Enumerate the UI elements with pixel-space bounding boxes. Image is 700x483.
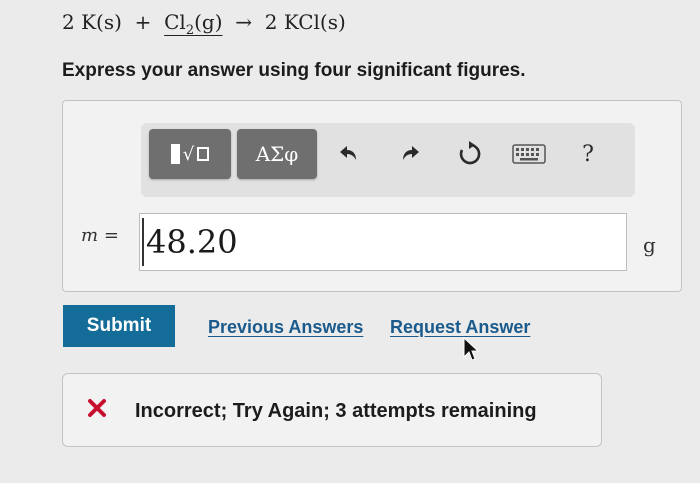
submit-button[interactable]: Submit	[63, 305, 175, 347]
equation-arrow: →	[235, 10, 252, 34]
redo-button[interactable]	[394, 137, 428, 171]
equation-reactant-2-main: Cl	[164, 10, 186, 34]
equation-reactant-1: K(s)	[81, 10, 122, 34]
variable-label: m =	[81, 225, 119, 246]
math-toolbar: √ ΑΣφ ?	[141, 123, 635, 197]
undo-button[interactable]	[331, 137, 365, 171]
equation-plus: +	[134, 10, 152, 34]
redo-icon	[403, 146, 419, 160]
equation-reactant-2-state: (g)	[194, 10, 223, 34]
chemical-equation: 2 K(s) + Cl2(g) → 2 KCl(s)	[62, 10, 346, 38]
keyboard-icon	[512, 144, 546, 164]
help-button[interactable]: ?	[571, 137, 605, 171]
equation-product: KCl(s)	[283, 10, 346, 34]
instruction-text: Express your answer using four significa…	[62, 60, 526, 81]
feedback-message: Incorrect; Try Again; 3 attempts remaini…	[135, 400, 537, 422]
unit-label: g	[643, 233, 656, 257]
mouse-cursor-icon	[463, 337, 480, 361]
templates-icon: √	[170, 144, 210, 165]
error-x-icon	[88, 399, 106, 417]
reset-icon	[459, 141, 481, 165]
templates-button[interactable]: √	[149, 129, 231, 179]
answer-panel: √ ΑΣφ ? m = 48.20 g	[62, 100, 682, 292]
previous-answers-link[interactable]: Previous Answers	[208, 317, 363, 338]
feedback-box: Incorrect; Try Again; 3 attempts remaini…	[62, 373, 602, 447]
equals-sign: =	[103, 225, 119, 246]
reset-button[interactable]	[453, 137, 487, 171]
request-answer-link[interactable]: Request Answer	[390, 317, 530, 338]
equation-coef-1: 2	[62, 10, 75, 34]
undo-icon	[340, 146, 356, 160]
variable-symbol: m	[81, 225, 99, 246]
equation-reactant-2-subscript: 2	[185, 23, 195, 38]
answer-input[interactable]: 48.20	[139, 213, 627, 271]
equation-coef-2: 2	[264, 10, 278, 34]
keyboard-button[interactable]	[509, 137, 549, 171]
greek-symbols-button[interactable]: ΑΣφ	[237, 129, 317, 179]
equation-reactant-2: Cl2(g)	[164, 10, 223, 38]
